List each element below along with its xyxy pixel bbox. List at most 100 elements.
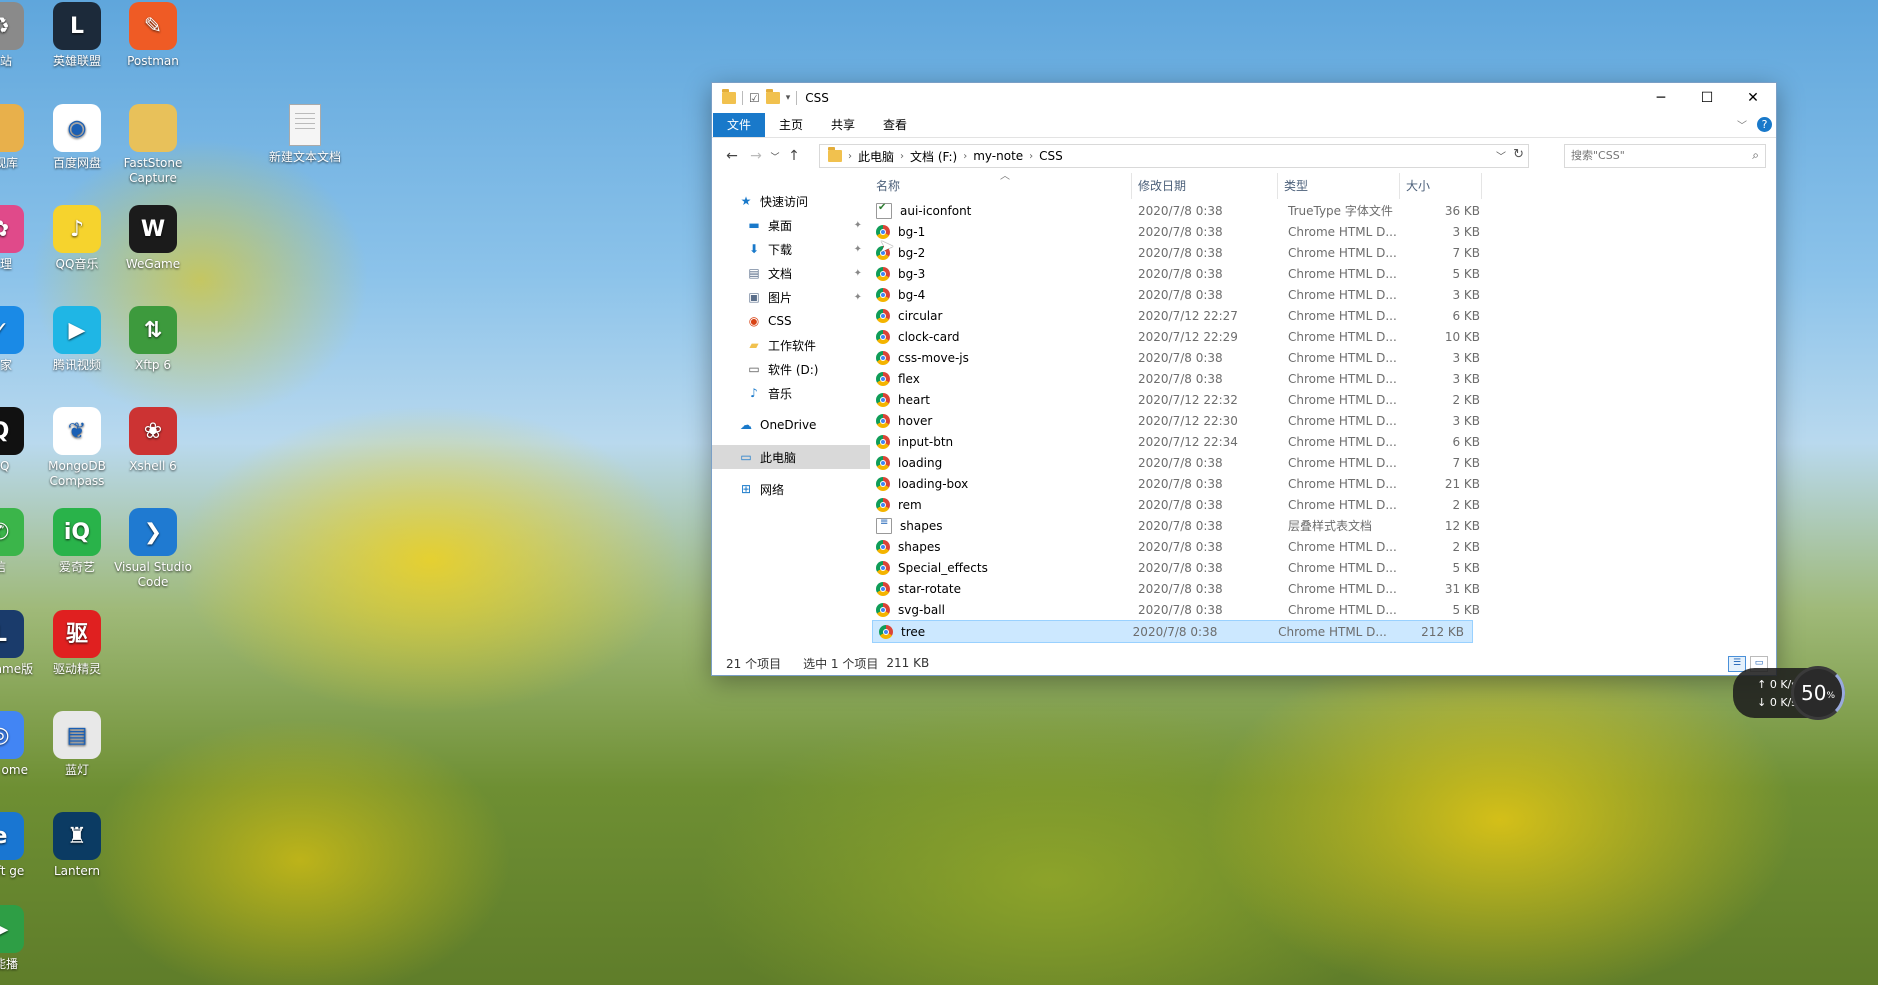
sidebar-item-music[interactable]: ♪ 音乐 [712, 381, 870, 405]
sidebar-item-pictures[interactable]: ▣ 图片 ✦ [712, 285, 870, 309]
file-row[interactable]: star-rotate 2020/7/8 0:38 Chrome HTML D...… [870, 578, 1776, 599]
sidebar-item-folder[interactable]: ▰ 工作软件 [712, 333, 870, 357]
customize-dropdown-icon[interactable]: ▾ [786, 93, 791, 103]
file-name-cell: shapes [870, 517, 1132, 534]
minimize-button[interactable]: ─ [1638, 83, 1684, 113]
desktop-shortcut[interactable]: ✿ 管理 [0, 205, 40, 272]
sidebar-item-star[interactable]: ★ 快速访问 [712, 189, 870, 213]
desktop-shortcut[interactable]: ◉ 百度网盘 [37, 104, 117, 171]
sidebar-item-download[interactable]: ⬇ 下载 ✦ [712, 237, 870, 261]
breadcrumb-css[interactable]: CSS [1033, 149, 1069, 163]
desktop-shortcut[interactable]: ♜ Lantern [37, 812, 117, 879]
file-row[interactable]: flex 2020/7/8 0:38 Chrome HTML D... 3 KB [870, 368, 1776, 389]
sidebar-item-desktop[interactable]: ▬ 桌面 ✦ [712, 213, 870, 237]
file-row[interactable]: tree 2020/7/8 0:38 Chrome HTML D... 212 KB [872, 620, 1473, 643]
close-button[interactable]: ✕ [1730, 83, 1776, 113]
column-date[interactable]: 修改日期 [1132, 173, 1278, 199]
desktop-shortcut[interactable]: FastStone Capture [113, 104, 193, 186]
file-row[interactable]: hover 2020/7/12 22:30 Chrome HTML D... 3 KB [870, 410, 1776, 431]
desktop-shortcut[interactable]: ✎ Postman [113, 2, 193, 69]
address-bar[interactable]: › 此电脑 › 文档 (F:) › my-note › CSS ﹀ ↻ [819, 144, 1529, 168]
file-row[interactable]: heart 2020/7/12 22:32 Chrome HTML D... 2 KB [870, 389, 1776, 410]
new-folder-icon[interactable] [765, 89, 780, 104]
file-row[interactable]: shapes 2020/7/8 0:38 Chrome HTML D... 2 KB [870, 536, 1776, 557]
pin-icon[interactable]: ✦ [854, 292, 862, 303]
column-size[interactable]: 大小 [1400, 173, 1482, 199]
desktop-shortcut[interactable]: ⇅ Xftp 6 [113, 306, 193, 373]
network-speed-widget[interactable]: ↑ 0 K/s ↓ 0 K/s 50% [1733, 666, 1845, 720]
sidebar-item-css-folder[interactable]: ◉ CSS [712, 309, 870, 333]
file-row[interactable]: circular 2020/7/12 22:27 Chrome HTML D... 6… [870, 305, 1776, 326]
recent-dropdown-icon[interactable]: ﹀ [768, 150, 782, 163]
desktop-shortcut[interactable]: ❀ Xshell 6 [113, 407, 193, 474]
search-box[interactable]: ⌕ [1564, 144, 1766, 168]
desktop-shortcut[interactable]: ✆信 [0, 508, 40, 575]
tab-file[interactable]: 文件 [713, 113, 766, 137]
desktop-shortcut[interactable]: ❯ Visual Studio Code [113, 508, 193, 590]
file-row[interactable]: Special_effects 2020/7/8 0:38 Chrome HTML … [870, 557, 1776, 578]
desktop-shortcut[interactable]: ▤ 蓝灯 [37, 711, 117, 778]
file-row[interactable]: rem 2020/7/8 0:38 Chrome HTML D... 2 KB [870, 494, 1776, 515]
details-view-icon[interactable]: ☰ [1728, 656, 1746, 672]
file-row[interactable]: loading-box 2020/7/8 0:38 Chrome HTML D...… [870, 473, 1776, 494]
file-row[interactable]: clock-card 2020/7/12 22:29 Chrome HTML D..… [870, 326, 1776, 347]
desktop-shortcut[interactable]: L 联盟 ame版 [0, 610, 40, 677]
search-input[interactable] [1565, 145, 1737, 165]
file-row[interactable]: bg-1 2020/7/8 0:38 Chrome HTML D... 3 KB [870, 221, 1776, 242]
file-type: Chrome HTML D... [1288, 266, 1397, 281]
desktop-shortcut[interactable]: 驱驱动精灵 [37, 610, 117, 677]
desktop-shortcut[interactable]: 影视库 [0, 104, 40, 171]
desktop-shortcut[interactable]: ♪ QQ音乐 [37, 205, 117, 272]
desktop-shortcut[interactable]: ❦ MongoDB Compass [37, 407, 117, 489]
breadcrumb-this-pc[interactable]: 此电脑 [852, 148, 900, 165]
tab-share[interactable]: 共享 [817, 113, 869, 137]
file-row[interactable]: css-move-js 2020/7/8 0:38 Chrome HTML D...… [870, 347, 1776, 368]
up-arrow-icon[interactable]: ↑ [782, 148, 806, 164]
desktop-shortcut[interactable]: W WeGame [113, 205, 193, 272]
file-row[interactable]: bg-2 2020/7/8 0:38 Chrome HTML D... 7 KB [870, 242, 1776, 263]
desktop-shortcut[interactable]: ✓ 管家 [0, 306, 40, 373]
tab-home[interactable]: 主页 [765, 113, 817, 137]
desktop-shortcut[interactable]: iQ 爱奇艺 [37, 508, 117, 575]
maximize-button[interactable]: ☐ [1684, 83, 1730, 113]
pin-icon[interactable]: ✦ [854, 220, 862, 231]
forward-arrow-icon[interactable]: → [744, 148, 768, 164]
file-row[interactable]: loading 2020/7/8 0:38 Chrome HTML D... 7 KB [870, 452, 1776, 473]
breadcrumb-drive[interactable]: 文档 (F:) [904, 148, 963, 165]
tab-view[interactable]: 查看 [869, 113, 921, 137]
sidebar-item-network[interactable]: ⊞ 网络 [712, 477, 870, 501]
desktop-shortcut[interactable]: L 英雄联盟 [37, 2, 117, 69]
file-row[interactable]: bg-4 2020/7/8 0:38 Chrome HTML D... 3 KB [870, 284, 1776, 305]
pin-icon[interactable]: ✦ [854, 268, 862, 279]
pin-icon[interactable]: ✦ [854, 244, 862, 255]
desktop-shortcut[interactable]: QQQ [0, 407, 40, 474]
title-bar[interactable]: ☑ ▾ CSS ─ ☐ ✕ [712, 83, 1776, 113]
column-type[interactable]: 类型 [1278, 173, 1400, 199]
help-icon[interactable]: ? [1757, 117, 1772, 132]
sidebar-item-computer[interactable]: ▭ 此电脑 [712, 445, 870, 469]
desktop-shortcut[interactable]: ◎ ogle ome [0, 711, 40, 778]
desktop-shortcut[interactable]: ▶ 万能播 [0, 905, 40, 972]
file-row[interactable]: bg-3 2020/7/8 0:38 Chrome HTML D... 5 KB [870, 263, 1776, 284]
file-row[interactable]: input-btn 2020/7/12 22:34 Chrome HTML D...… [870, 431, 1776, 452]
chrome-html-file-icon [876, 455, 890, 470]
search-icon[interactable]: ⌕ [1752, 148, 1759, 163]
file-name-cell: shapes [870, 539, 1132, 554]
properties-icon[interactable]: ☑ [749, 91, 760, 105]
address-dropdown-icon[interactable]: ﹀ [1496, 148, 1506, 163]
file-row[interactable]: shapes 2020/7/8 0:38 层叠样式表文档 12 KB [870, 515, 1776, 536]
sidebar-item-documents[interactable]: ▤ 文档 ✦ [712, 261, 870, 285]
file-row[interactable]: aui-iconfont 2020/7/8 0:38 TrueType 字体文件 36… [870, 200, 1776, 221]
back-arrow-icon[interactable]: ← [720, 148, 744, 164]
desktop-shortcut[interactable]: ♻ 收站 [0, 2, 40, 69]
file-row[interactable]: svg-ball 2020/7/8 0:38 Chrome HTML D... 5 K… [870, 599, 1776, 620]
breadcrumb-my-note[interactable]: my-note [967, 149, 1029, 163]
refresh-icon[interactable]: ↻ [1513, 147, 1524, 162]
xftp-icon: ⇅ [129, 306, 177, 354]
desktop-shortcut[interactable]: 新建文本文档 [265, 104, 345, 165]
desktop-shortcut[interactable]: ▶ 腾讯视频 [37, 306, 117, 373]
sidebar-item-cloud[interactable]: ☁ OneDrive [712, 413, 870, 437]
desktop-shortcut[interactable]: e osoft ge [0, 812, 40, 879]
expand-ribbon-icon[interactable]: ﹀ [1737, 117, 1747, 132]
sidebar-item-drive[interactable]: ▭ 软件 (D:) [712, 357, 870, 381]
